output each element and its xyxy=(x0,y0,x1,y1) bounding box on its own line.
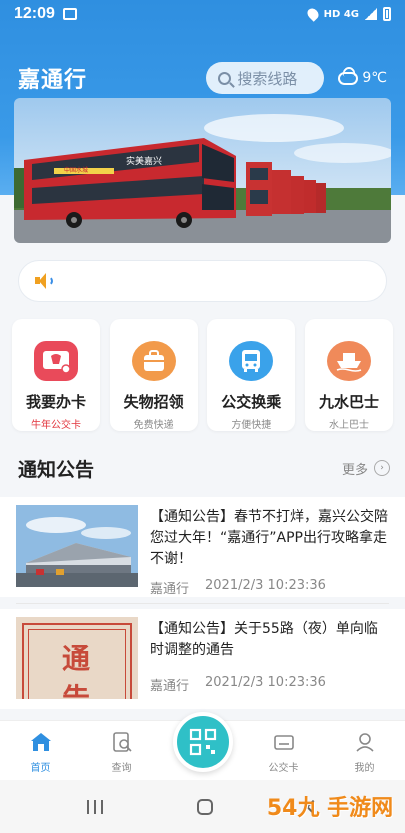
watermark-text: 54九 手游网 xyxy=(266,795,394,821)
watermark: 54九 手游网 xyxy=(255,778,405,833)
news-item[interactable]: 【通知公告】春节不打烊，嘉兴公交陪您过大年！“嘉通行”APP出行攻略拿走不谢！ … xyxy=(0,497,405,597)
signal-icon xyxy=(365,8,377,20)
card-icon xyxy=(34,341,78,381)
announcements-header: 通知公告 更多 › xyxy=(18,455,390,481)
nav-label: 我的 xyxy=(354,763,375,774)
app-title: 嘉通行 xyxy=(18,68,88,93)
news-meta: 嘉通行 2021/2/3 10:23:36 xyxy=(150,578,389,597)
news-meta: 嘉通行 2021/2/3 10:23:36 xyxy=(150,675,389,694)
wallet-icon xyxy=(273,735,294,750)
news-source: 嘉通行 xyxy=(150,679,190,694)
divider xyxy=(16,603,389,604)
battery-icon xyxy=(383,7,391,21)
search-doc-icon xyxy=(112,732,132,752)
qr-scan-button[interactable] xyxy=(173,712,233,772)
bus-banner-image: 实美嘉兴 中国水城 xyxy=(14,98,391,243)
tile-title: 公交换乘 xyxy=(221,393,282,411)
bus-text-left: 中国水城 xyxy=(64,166,88,174)
nav-bus-card[interactable]: 公交卡 xyxy=(243,721,324,780)
service-apply-card[interactable]: 我要办卡 牛年公交卡 xyxy=(12,319,100,431)
bus-slogan: 实美嘉兴 xyxy=(126,155,162,167)
nav-home[interactable]: 首页 xyxy=(0,721,81,780)
more-link[interactable]: 更多 › xyxy=(342,459,390,478)
tile-subtitle: 水上巴士 xyxy=(328,420,369,431)
tile-title: 九水巴士 xyxy=(318,393,379,411)
service-water-bus[interactable]: 九水巴士 水上巴士 xyxy=(304,319,393,431)
cloud-icon xyxy=(338,71,359,85)
service-bus-transfer[interactable]: 公交换乘 方便快捷 xyxy=(207,319,296,431)
location-icon xyxy=(304,6,321,22)
status-indicators: HD 4G xyxy=(304,6,391,22)
speaker-icon xyxy=(35,273,53,289)
news-body: 【通知公告】春节不打烊，嘉兴公交陪您过大年！“嘉通行”APP出行攻略拿走不谢！ … xyxy=(150,497,389,597)
app-screen: 12:09 HD 4G 嘉通行 搜索线路 9℃ 实美嘉兴 中国水城 我要办卡 牛… xyxy=(0,0,405,833)
nav-label: 首页 xyxy=(30,763,51,774)
nav-mine[interactable]: 我的 xyxy=(324,721,405,780)
app-header: 嘉通行 搜索线路 9℃ xyxy=(0,58,405,98)
wifi-icon xyxy=(62,8,77,20)
news-time: 2021/2/3 10:23:36 xyxy=(205,578,326,593)
user-icon xyxy=(355,733,374,752)
nav-label: 查询 xyxy=(111,763,132,774)
banner-carousel[interactable]: 实美嘉兴 中国水城 xyxy=(14,98,391,243)
notice-marquee[interactable] xyxy=(18,260,387,302)
tile-subtitle: 方便快捷 xyxy=(231,420,272,431)
news-time: 2021/2/3 10:23:36 xyxy=(205,675,326,690)
home-button[interactable] xyxy=(197,798,214,815)
status-bar: 12:09 HD 4G xyxy=(0,0,405,28)
bus-icon xyxy=(229,341,274,381)
thumb-notice-text: 通告 xyxy=(61,642,90,699)
service-lost-found[interactable]: 失物招领 免费快递 xyxy=(109,319,198,431)
news-source: 嘉通行 xyxy=(150,582,190,597)
search-placeholder: 搜索线路 xyxy=(237,69,298,88)
news-title: 【通知公告】春节不打烊，嘉兴公交陪您过大年！“嘉通行”APP出行攻略拿走不谢！ xyxy=(150,509,388,567)
network-indicators: HD 4G xyxy=(323,8,359,20)
bag-icon xyxy=(131,341,176,381)
search-icon xyxy=(218,71,232,85)
search-input[interactable]: 搜索线路 xyxy=(206,62,325,94)
weather-temp: 9℃ xyxy=(362,70,387,86)
status-time: 12:09 xyxy=(14,5,55,22)
qr-scan-icon xyxy=(189,728,217,756)
nav-label: 公交卡 xyxy=(268,763,299,774)
chevron-right-icon: › xyxy=(374,460,390,476)
more-label: 更多 xyxy=(341,462,368,478)
news-thumbnail: 通告 xyxy=(16,617,138,699)
service-tiles: 我要办卡 牛年公交卡 失物招领 免费快递 公交换乘 方便快捷 九水巴士 水上巴士 xyxy=(12,319,393,431)
home-icon xyxy=(30,733,51,751)
tile-title: 失物招领 xyxy=(123,393,184,411)
tile-subtitle: 免费快递 xyxy=(133,420,174,431)
news-thumbnail xyxy=(16,505,138,587)
weather-widget[interactable]: 9℃ xyxy=(338,70,387,86)
nav-query[interactable]: 查询 xyxy=(81,721,162,780)
boat-icon xyxy=(326,341,371,381)
news-item[interactable]: 通告 【通知公告】关于55路（夜）单向临时调整的通告 嘉通行 2021/2/3 … xyxy=(0,609,405,709)
news-title: 【通知公告】关于55路（夜）单向临时调整的通告 xyxy=(150,621,378,658)
section-title: 通知公告 xyxy=(18,458,95,481)
news-body: 【通知公告】关于55路（夜）单向临时调整的通告 嘉通行 2021/2/3 10:… xyxy=(150,609,389,709)
tile-subtitle: 牛年公交卡 xyxy=(31,420,81,431)
tile-title: 我要办卡 xyxy=(25,393,86,411)
recent-apps-button[interactable] xyxy=(87,799,104,814)
